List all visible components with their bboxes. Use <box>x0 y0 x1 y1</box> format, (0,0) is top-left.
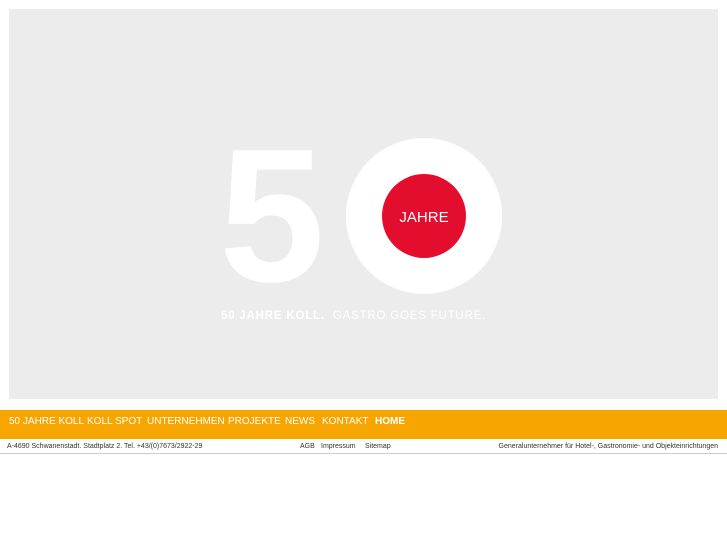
nav-item-news[interactable]: NEWS <box>285 416 315 427</box>
anniversary-graphic: 5 JAHRE 50 JAHRE KOLL. GASTRO GOES FUTUR… <box>219 110 502 322</box>
main-navigation: 50 JAHRE KOLL KOLL SPOT UNTERNEHMEN PROJ… <box>0 410 727 439</box>
big-number-5: 5 <box>219 110 325 322</box>
footer-link-impressum[interactable]: Impressum <box>321 443 356 450</box>
footer-tagline: Generalunternehmer für Hotel-, Gastronom… <box>498 443 718 450</box>
hero-tagline: 50 JAHRE KOLL. GASTRO GOES FUTURE. <box>221 310 486 322</box>
tagline-light: GASTRO GOES FUTURE. <box>333 310 486 322</box>
footer-link-sitemap[interactable]: Sitemap <box>365 443 391 450</box>
nav-item-kontakt[interactable]: KONTAKT <box>322 416 368 427</box>
badge-text: JAHRE <box>399 209 448 226</box>
nav-item-unternehmen[interactable]: UNTERNEHMEN <box>147 416 225 427</box>
tagline-bold: 50 JAHRE KOLL. <box>221 310 325 322</box>
footer-address: A-4690 Schwanenstadt. Stadtplatz 2. Tel.… <box>7 443 203 450</box>
hero-banner: 5 JAHRE 50 JAHRE KOLL. GASTRO GOES FUTUR… <box>9 9 718 399</box>
nav-item-50-jahre-koll[interactable]: 50 JAHRE KOLL <box>9 416 84 427</box>
nav-item-home[interactable]: HOME <box>375 416 405 427</box>
nav-item-projekte[interactable]: PROJEKTE <box>228 416 281 427</box>
footer-bar: A-4690 Schwanenstadt. Stadtplatz 2. Tel.… <box>0 439 727 454</box>
nav-item-koll-spot[interactable]: KOLL SPOT <box>87 416 142 427</box>
footer-link-agb[interactable]: AGB <box>300 443 315 450</box>
